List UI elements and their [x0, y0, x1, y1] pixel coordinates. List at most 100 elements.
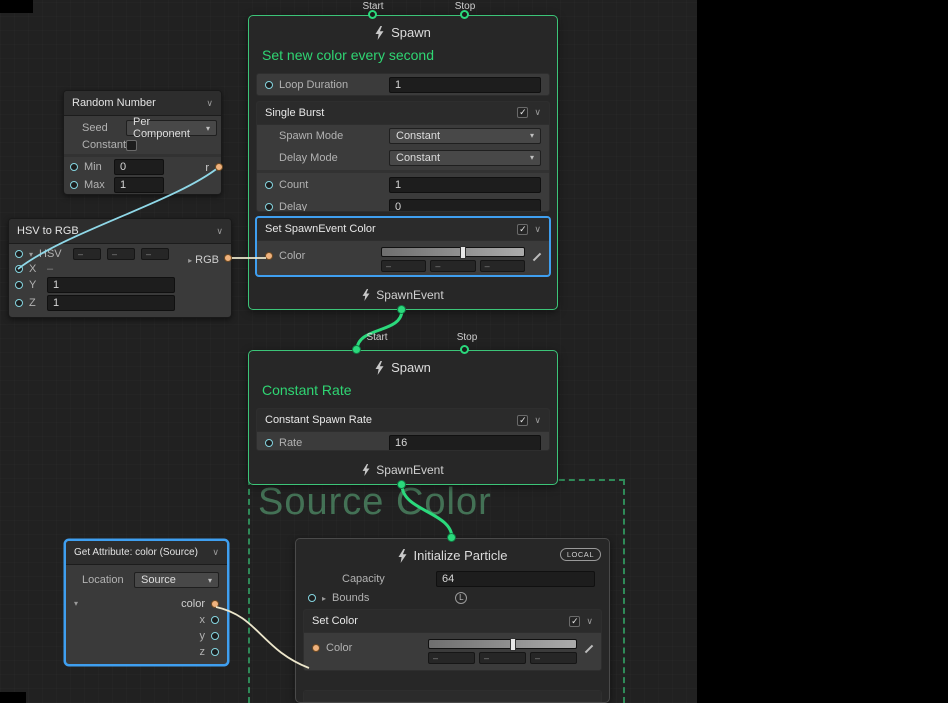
- max-field[interactable]: 1: [114, 177, 164, 193]
- group-title[interactable]: Source Color: [250, 481, 623, 523]
- set-color-checkbox[interactable]: ✓: [569, 616, 580, 627]
- node-title-text: Random Number: [72, 97, 156, 109]
- color-input-port[interactable]: [265, 252, 273, 260]
- chevron-down-icon[interactable]: ∨: [534, 224, 541, 235]
- spawn-mode-label: Spawn Mode: [279, 130, 383, 142]
- count-port[interactable]: [265, 181, 273, 189]
- location-dropdown[interactable]: Source ▾: [134, 572, 219, 588]
- random-r-output-port[interactable]: [215, 163, 223, 171]
- color-input-port[interactable]: [312, 644, 320, 652]
- r-output-label: r: [205, 162, 209, 174]
- context-title: Spawn: [249, 351, 557, 379]
- random-number-node[interactable]: Random Number ∨ Seed Per Component ▾ Con…: [63, 90, 222, 195]
- dropdown-arrow-icon: ▾: [524, 131, 534, 140]
- graph-canvas[interactable]: Source Color Spawn Set new color every s…: [0, 0, 697, 703]
- delay-field[interactable]: 0: [389, 199, 541, 213]
- seed-dropdown[interactable]: Per Component ▾: [126, 120, 217, 136]
- x-input-port[interactable]: [15, 265, 23, 273]
- rate-port[interactable]: [265, 439, 273, 447]
- color-gradient-field[interactable]: [381, 247, 525, 257]
- x-output-port[interactable]: [211, 616, 219, 624]
- next-block-partial[interactable]: [303, 690, 602, 702]
- spawn1-start-port[interactable]: [368, 10, 377, 19]
- chevron-down-icon[interactable]: ∨: [212, 547, 219, 558]
- chevron-down-icon[interactable]: ∨: [586, 616, 593, 627]
- constant-spawn-rate-header[interactable]: Constant Spawn Rate ✓ ∨: [257, 409, 549, 432]
- expand-down-icon[interactable]: ▾: [74, 599, 78, 608]
- color-output-port[interactable]: [211, 600, 219, 608]
- get-attribute-node[interactable]: Get Attribute: color (Source) ∨ Location…: [65, 540, 228, 665]
- expand-right-icon[interactable]: ▸: [322, 594, 326, 603]
- lightning-icon: [362, 464, 370, 476]
- y-output-port[interactable]: [211, 632, 219, 640]
- y-field[interactable]: 1: [47, 277, 175, 293]
- z-field[interactable]: 1: [47, 295, 175, 311]
- loop-duration-field[interactable]: 1: [389, 77, 541, 93]
- delay-label: Delay: [279, 201, 383, 213]
- spawnevent-label: SpawnEvent: [376, 463, 443, 477]
- single-burst-checkbox[interactable]: ✓: [517, 107, 528, 118]
- color-handle[interactable]: [510, 638, 516, 651]
- color-handle[interactable]: [460, 246, 466, 259]
- color-y-subfield: –: [430, 260, 475, 272]
- bounds-port[interactable]: [308, 594, 316, 602]
- loop-duration-port[interactable]: [265, 81, 273, 89]
- context-title-text: Spawn: [391, 25, 431, 40]
- hsv-to-rgb-node[interactable]: HSV to RGB ∨ ▾ HSV – – – X – Y 1 Z 1 ▸: [8, 218, 232, 318]
- delay-mode-dropdown[interactable]: Constant ▾: [389, 150, 541, 166]
- node-title-text: HSV to RGB: [17, 225, 79, 237]
- spawn-mode-dropdown[interactable]: Constant ▾: [389, 128, 541, 144]
- count-field[interactable]: 1: [389, 177, 541, 193]
- z-input-port[interactable]: [15, 299, 23, 307]
- expand-down-icon[interactable]: ▾: [29, 250, 33, 259]
- z-output-label: z: [200, 646, 206, 658]
- hsv-input-port[interactable]: [15, 250, 23, 258]
- spawn1-spawnevent-port[interactable]: [397, 305, 406, 314]
- z-output-port[interactable]: [211, 648, 219, 656]
- min-port[interactable]: [70, 163, 78, 171]
- context-title: Initialize Particle LOCAL: [296, 539, 609, 567]
- edge-spawn1-to-spawn2[interactable]: [357, 310, 402, 350]
- set-spawnevent-color-checkbox[interactable]: ✓: [517, 224, 528, 235]
- constant-spawn-rate-checkbox[interactable]: ✓: [517, 415, 528, 426]
- system-label: Set new color every second: [249, 44, 557, 73]
- min-field[interactable]: 0: [114, 159, 164, 175]
- rate-field[interactable]: 16: [389, 435, 541, 451]
- min-label: Min: [84, 161, 108, 173]
- color-gradient-field[interactable]: [428, 639, 577, 649]
- chevron-down-icon[interactable]: ∨: [534, 415, 541, 426]
- y-input-port[interactable]: [15, 281, 23, 289]
- single-burst-block[interactable]: Single Burst ✓ ∨ Spawn Mode Constant ▾ D…: [256, 101, 550, 213]
- node-title: Random Number ∨: [64, 91, 221, 116]
- constant-checkbox[interactable]: [126, 140, 137, 151]
- initialize-input-port[interactable]: [447, 533, 456, 542]
- single-burst-header[interactable]: Single Burst ✓ ∨: [257, 102, 549, 125]
- initialize-particle-context[interactable]: Initialize Particle LOCAL Capacity 64 ▸ …: [295, 538, 610, 703]
- local-space-badge[interactable]: LOCAL: [560, 548, 601, 561]
- max-port[interactable]: [70, 181, 78, 189]
- set-color-header[interactable]: Set Color ✓ ∨: [304, 610, 601, 633]
- context-title-text: Initialize Particle: [414, 548, 508, 563]
- x-output-label: x: [200, 614, 206, 626]
- chevron-down-icon[interactable]: ∨: [216, 226, 223, 237]
- eyedropper-icon[interactable]: [531, 251, 541, 261]
- spawn2-spawnevent-port[interactable]: [397, 480, 406, 489]
- constant-spawn-rate-block[interactable]: Constant Spawn Rate ✓ ∨ Rate 16: [256, 408, 550, 451]
- eyedropper-icon[interactable]: [583, 643, 593, 653]
- capacity-field[interactable]: 64: [436, 571, 595, 587]
- chevron-down-icon[interactable]: ∨: [206, 98, 213, 109]
- spawn-context-2[interactable]: Spawn Constant Rate Constant Spawn Rate …: [248, 350, 558, 485]
- color-output-label: color: [181, 598, 205, 610]
- spawn-context-1[interactable]: Spawn Set new color every second Loop Du…: [248, 15, 558, 310]
- set-color-block[interactable]: Set Color ✓ ∨ Color – – –: [303, 609, 602, 671]
- bounds-space-icon[interactable]: L: [455, 592, 467, 604]
- spawn2-stop-port[interactable]: [460, 345, 469, 354]
- divider: [257, 170, 549, 173]
- set-spawnevent-color-block[interactable]: Set SpawnEvent Color ✓ ∨ Color – – –: [256, 217, 550, 276]
- delay-port[interactable]: [265, 203, 273, 211]
- spawn2-start-port[interactable]: [352, 345, 361, 354]
- chevron-down-icon[interactable]: ∨: [534, 107, 541, 118]
- hsv-rgb-output-port[interactable]: [224, 254, 232, 262]
- spawn1-stop-port[interactable]: [460, 10, 469, 19]
- set-spawnevent-color-header[interactable]: Set SpawnEvent Color ✓ ∨: [257, 218, 549, 241]
